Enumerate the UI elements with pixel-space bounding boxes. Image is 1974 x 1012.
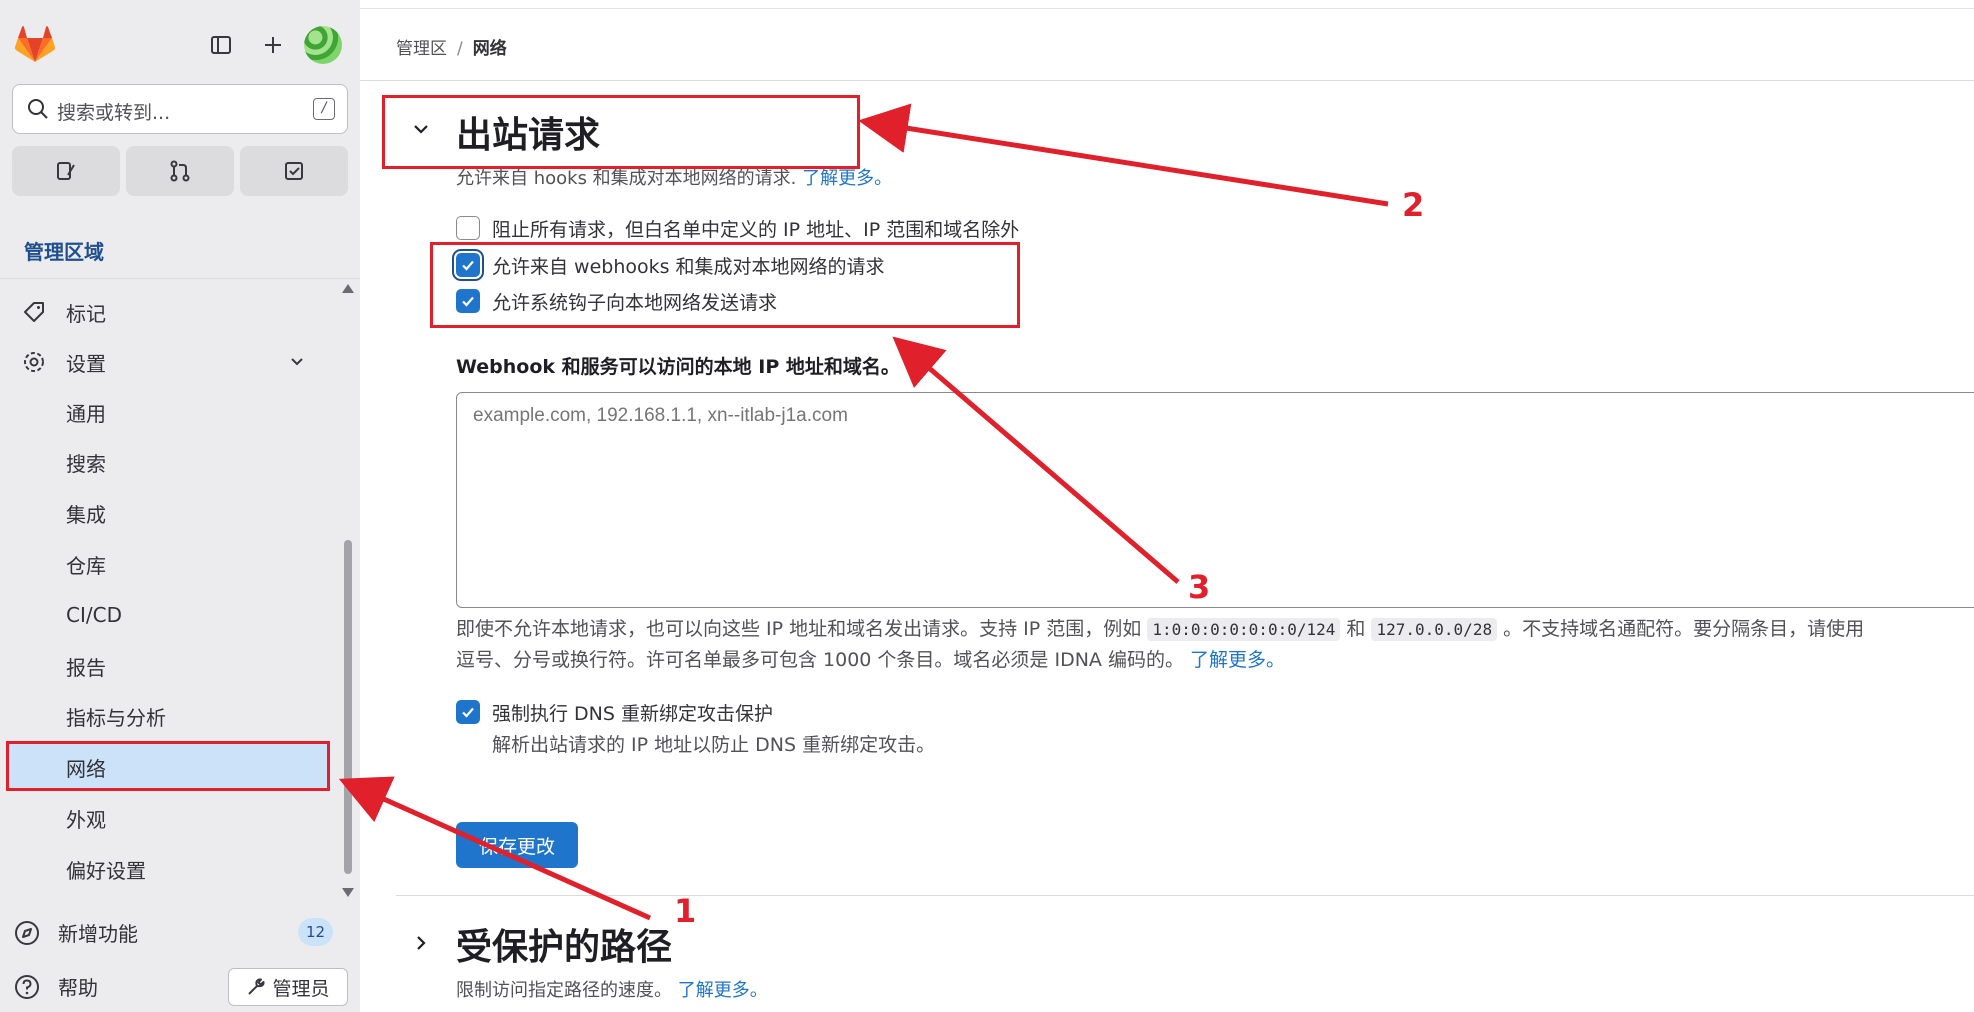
settings-icon [24,352,44,372]
protected-paths-title[interactable]: 受保护的路径 [456,918,672,970]
search-icon [28,99,48,119]
outbound-description-text: 允许来自 hooks 和集成对本地网络的请求. [456,168,797,189]
whats-new-item[interactable]: 新增功能 [14,918,138,947]
help-text-part3: 逗号、分号或换行符。许可名单最多可包含 1000 个条目。域名必须是 IDNA … [456,649,1184,671]
help-icon [15,974,39,999]
save-changes-button[interactable]: 保存更改 [456,822,578,868]
sidebar-item-preferences[interactable]: 偏好设置 [6,845,330,893]
annotation-box-checkboxes [430,242,1020,328]
sidebar-item-label: 指标与分析 [66,705,166,730]
help-text-part2: 。不支持域名通配符。要分隔条目，请使用 [1503,618,1865,640]
dns-rebinding-help: 解析出站请求的 IP 地址以防止 DNS 重新绑定攻击。 [492,734,936,756]
sidebar-item-general[interactable]: 通用 [6,388,330,436]
sidebar-item-label: 设置 [66,351,106,376]
scroll-up-arrow-icon[interactable] [342,284,354,293]
sidebar-toggle-icon[interactable] [204,28,238,62]
sidebar-item-label: 外观 [66,807,106,832]
allowlist-label: Webhook 和服务可以访问的本地 IP 地址和域名。 [456,356,900,378]
deny-all-requests-option[interactable]: 阻止所有请求，但白名单中定义的 IP 地址、IP 范围和域名除外 [456,215,1019,241]
help-text-and: 和 [1346,618,1366,640]
issues-icon [57,162,75,180]
outbound-learn-more-link[interactable]: 了解更多。 [802,168,892,189]
todo-button[interactable] [240,146,348,196]
breadcrumb-root-link[interactable]: 管理区 [396,39,447,59]
sidebar-item-label: 标记 [66,301,106,326]
annotation-label-1: 1 [674,892,697,930]
protected-paths-learn-more-link[interactable]: 了解更多。 [678,980,768,1001]
scroll-down-arrow-icon[interactable] [342,888,354,897]
dns-rebinding-label: 强制执行 DNS 重新绑定攻击保护 [492,702,773,725]
whats-new-count-badge: 12 [298,918,334,946]
sidebar-item-cicd[interactable]: CI/CD [6,591,330,639]
sidebar-item-settings[interactable]: 设置 [6,338,330,386]
search-shortcut-key: / [313,98,335,120]
sidebar-item-label: 通用 [66,401,106,426]
allowlist-textarea[interactable] [456,392,1974,608]
breadcrumb-current[interactable]: 网络 [473,39,507,59]
help-code-ipv4-example: 127.0.0.0/28 [1371,618,1498,641]
annotation-label-3: 3 [1188,568,1211,606]
sidebar-item-label: 集成 [66,502,106,527]
wrench-icon [248,978,265,995]
compass-icon [15,920,39,945]
admin-button-label: 管理员 [272,977,330,1000]
deny-all-requests-checkbox[interactable] [456,216,480,240]
deny-all-requests-label: 阻止所有请求，但白名单中定义的 IP 地址、IP 范围和域名除外 [492,218,1020,241]
sidebar-item-labels[interactable]: 标记 [6,288,330,336]
sidebar-item-reporting[interactable]: 报告 [6,642,330,690]
help-item[interactable]: 帮助 [14,972,98,1001]
top-border [360,8,1974,9]
sidebar-divider [0,278,360,279]
allowlist-help-text: 即使不允许本地请求，也可以向这些 IP 地址和域名发出请求。支持 IP 范围，例… [456,614,1974,676]
header-divider [360,80,1974,81]
annotation-arrow-2 [858,103,1389,207]
merge-requests-button[interactable] [126,146,234,196]
chevron-down-icon [291,358,303,366]
sidebar-item-label: 报告 [66,655,106,680]
allowlist-learn-more-link[interactable]: 了解更多。 [1190,649,1285,671]
annotation-box-title [382,95,860,169]
search-input[interactable]: 搜索或转到... / [12,84,348,134]
label-icon [24,302,44,322]
sidebar-item-metrics[interactable]: 指标与分析 [6,692,330,740]
user-avatar[interactable] [304,26,342,64]
sidebar-item-search[interactable]: 搜索 [6,438,330,486]
search-placeholder: 搜索或转到... [57,102,171,124]
help-label: 帮助 [58,976,98,1000]
sidebar-item-repository[interactable]: 仓库 [6,540,330,588]
annotation-label-2: 2 [1402,186,1425,224]
breadcrumb-separator: / [457,39,463,59]
merge-request-icon [170,160,190,182]
todo-icon [285,162,303,180]
sidebar-item-integrations[interactable]: 集成 [6,489,330,537]
help-code-ipv6-example: 1:0:0:0:0:0:0:0/124 [1147,618,1341,641]
sidebar-item-label: 仓库 [66,553,106,578]
sidebar-item-label: CI/CD [66,603,122,627]
sidebar-scrollbar-thumb[interactable] [344,540,352,874]
annotation-box-network [6,741,330,791]
section-divider [396,895,1974,896]
dns-rebinding-checkbox[interactable] [456,700,480,724]
protected-paths-description-text: 限制访问指定路径的速度。 [456,980,672,1001]
admin-area-title[interactable]: 管理区域 [24,236,104,265]
sidebar-item-label: 偏好设置 [66,858,146,883]
plus-icon[interactable] [256,28,290,62]
breadcrumb: 管理区 / 网络 [396,34,507,59]
expand-chevron-icon[interactable] [410,932,432,954]
help-text-part1: 即使不允许本地请求，也可以向这些 IP 地址和域名发出请求。支持 IP 范围，例… [456,618,1142,640]
sidebar-item-label: 搜索 [66,451,106,476]
gitlab-logo-icon[interactable] [14,24,56,66]
whats-new-label: 新增功能 [58,922,138,946]
issues-button[interactable] [12,146,120,196]
protected-paths-description: 限制访问指定路径的速度。 了解更多。 [456,976,768,1002]
checkmark-icon [462,707,474,718]
dns-rebinding-option[interactable]: 强制执行 DNS 重新绑定攻击保护 [456,699,773,725]
admin-button[interactable]: 管理员 [228,968,348,1006]
sidebar-item-appearance[interactable]: 外观 [6,794,330,842]
sidebar: 搜索或转到... / 管理区域 标记 设置 通用 搜索 集成 仓库 CI/CD … [0,0,360,1012]
